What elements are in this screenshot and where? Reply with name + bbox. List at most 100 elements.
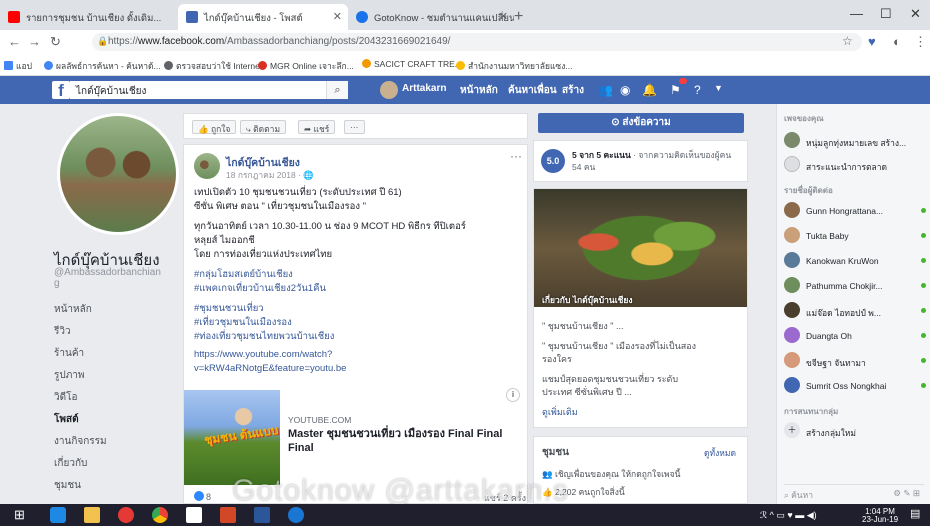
forward-arrow-icon[interactable]: → (28, 34, 41, 49)
contact-avatar (784, 202, 800, 218)
notepad-icon[interactable] (186, 507, 202, 523)
info-icon[interactable]: i (506, 388, 520, 402)
left-nav-about[interactable]: เกี่ยวกับ (54, 456, 87, 471)
gmail-icon (258, 61, 267, 70)
edge-icon[interactable] (50, 507, 66, 523)
nav-create[interactable]: สร้าง (562, 83, 584, 98)
about-text: รองใคร (542, 354, 572, 364)
rating-summary[interactable]: 5 จาก 5 คะแนน · จากความคิดเห็นของผู้คน 5… (572, 149, 742, 173)
left-nav-reviews[interactable]: รีวิว (54, 324, 71, 339)
search-icon[interactable]: ⌕ (326, 81, 348, 99)
left-nav-posts[interactable]: โพสต์ (54, 412, 79, 427)
post-date[interactable]: 18 กรกฎาคม 2018 · 🌐 (226, 168, 314, 182)
create-group-button[interactable]: ＋สร้างกลุ่มใหม่ (784, 422, 930, 440)
left-nav-photos[interactable]: รูปภาพ (54, 368, 85, 383)
see-more-link[interactable]: ดูเพิ่มเติม (542, 405, 742, 419)
reaction-count[interactable]: 8 (194, 491, 211, 502)
youtube-link[interactable]: https://www.youtube.com/watch? (194, 349, 332, 360)
browser-tab-facebook[interactable]: ไกด์บุ๊คบ้านเชียง - โพสต์ ✕ (178, 4, 348, 30)
bookmark-sacict[interactable]: SACICT CRAFT TRE... (362, 59, 462, 69)
hashtag-link[interactable]: #ชุมชนชวนเที่ยว (194, 301, 264, 316)
window-close-button[interactable]: ✕ (910, 6, 921, 22)
see-all-link[interactable]: ดูทั้งหมด (704, 446, 736, 460)
post-author-avatar[interactable] (194, 153, 220, 179)
browser-tab-youtube[interactable]: รายการชุมชน บ้านเชียง ดั้งเดิม... (0, 4, 178, 30)
contact-item[interactable]: Tukta Baby (784, 227, 930, 245)
notifications-icon[interactable]: ▤ (910, 507, 926, 523)
new-tab-button[interactable]: + (514, 8, 523, 26)
nav-home[interactable]: หน้าหลัก (460, 83, 498, 98)
left-nav-shop[interactable]: ร้านค้า (54, 346, 84, 361)
follow-page-button[interactable]: ⤷ ติดตาม (240, 120, 287, 134)
word-icon[interactable] (254, 507, 270, 523)
hashtag-link[interactable]: #ท่องเที่ยวชุมชนไทยพวนบ้านเชียง (194, 329, 334, 344)
youtube-link[interactable]: v=kRW4aRNotgE&feature=youtu.be (194, 363, 346, 374)
system-tray[interactable]: ℛ ^ ▭ ♥ ▬ ◀) (760, 510, 817, 521)
left-nav-videos[interactable]: วิดีโอ (54, 390, 78, 405)
link-preview-thumbnail[interactable]: ชุมชน ต้นแบบ (184, 390, 280, 485)
messenger-icon[interactable]: ◉ (620, 83, 630, 97)
share-page-button[interactable]: ➦ แชร์ (298, 120, 336, 134)
taskbar-clock[interactable]: 1:04 PM 23-Jun-19 (862, 508, 898, 524)
bookmark-internet-check[interactable]: ตรวจสอบว่าใช้ Internet (164, 59, 262, 73)
menu-dots-icon[interactable]: ⋮ (914, 34, 927, 50)
quick-help-icon[interactable]: ⚑ (670, 78, 687, 97)
friends-icon[interactable]: 👥 (598, 83, 613, 97)
profile-icon[interactable]: ◐ (893, 34, 901, 49)
sidebar-settings-icon[interactable]: ⚙ ✎ ⊞ (893, 488, 920, 499)
maximize-button[interactable]: ☐ (880, 6, 892, 22)
account-menu-caret-icon[interactable]: ▼ (714, 83, 723, 93)
app-icon[interactable] (288, 507, 304, 523)
extension-icon[interactable]: ♥ (868, 34, 876, 49)
windows-start-icon[interactable]: ⊞ (14, 507, 30, 523)
about-card: เกี่ยวกับ ไกด์บุ๊คบ้านเชียง " ชุมชนบ้านเ… (533, 188, 748, 428)
more-options-button[interactable]: ··· (344, 120, 365, 134)
sidebar-page-item[interactable]: หนุ่มลูกทุ่งหมายเลข สร้าง... (784, 132, 930, 150)
back-arrow-icon[interactable]: ← (8, 34, 21, 49)
page-profile-picture[interactable] (57, 113, 179, 235)
address-bar[interactable]: 🔒 https://www.facebook.com/Ambassadorban… (92, 33, 862, 51)
opera-icon[interactable] (118, 507, 134, 523)
minimize-button[interactable]: — (850, 6, 863, 21)
bookmark-star-icon[interactable]: ☆ (842, 34, 853, 48)
left-nav-community[interactable]: ชุมชน (54, 478, 81, 493)
facebook-search-input[interactable]: ไกด์บุ๊คบ้านเชียง (70, 81, 348, 99)
close-icon[interactable]: ✕ (333, 10, 342, 23)
sidebar-search-input[interactable]: ⌕ ค้นหา ⚙ ✎ ⊞ (784, 484, 924, 500)
send-message-button[interactable]: ⊙ ส่งข้อความ (538, 113, 744, 133)
contact-item[interactable]: ขจีษฐา จันทามา (784, 352, 930, 370)
search-value: ไกด์บุ๊คบ้านเชียง (76, 86, 147, 97)
contact-item[interactable]: Gunn Hongrattana... (784, 202, 930, 220)
contact-item[interactable]: แม่จ๊อด ไอทอปป์ พ... (784, 302, 930, 320)
nav-find-friends[interactable]: ค้นหาเพื่อน (508, 83, 557, 98)
like-page-button[interactable]: 👍 ถูกใจ (192, 120, 237, 134)
hashtag-link[interactable]: #เที่ยวชุมชนในเมืองรอง (194, 315, 292, 330)
bookmark-university[interactable]: สำนักงานมหาวิทยาลัยแซง... (456, 59, 572, 73)
notifications-bell-icon[interactable]: 🔔 (642, 83, 657, 97)
reload-icon[interactable]: ↻ (50, 34, 61, 50)
powerpoint-icon[interactable] (220, 507, 236, 523)
user-avatar[interactable] (380, 81, 398, 99)
profile-link[interactable]: Arttakarn (402, 83, 446, 94)
sidebar-page-item[interactable]: สาระแนะนำการตลาด (784, 156, 930, 174)
bookmark-google-search[interactable]: ผลลัพธ์การค้นหา - ค้นหาด้... (44, 59, 161, 73)
link-title[interactable]: Master ชุมชนชวนเที่ยว เมืองรอง Final Fin… (288, 427, 520, 455)
contact-item[interactable]: Pathumma Chokjir... (784, 277, 930, 295)
hashtag-link[interactable]: #กลุ่มโฮมสเตย์บ้านเชียง (194, 267, 293, 282)
cover-image[interactable]: เกี่ยวกับ ไกด์บุ๊คบ้านเชียง (534, 189, 747, 307)
facebook-logo-icon[interactable]: f (52, 81, 70, 99)
post-options-icon[interactable]: ··· (510, 149, 522, 163)
contact-item[interactable]: Kanokwan KruWon (784, 252, 930, 270)
left-nav-events[interactable]: งานกิจกรรม (54, 434, 107, 449)
file-explorer-icon[interactable] (84, 507, 100, 523)
contact-item[interactable]: Duangta Oh (784, 327, 930, 345)
contact-item[interactable]: Sumrit Oss Nongkhai (784, 377, 930, 395)
bookmark-mgr-online[interactable]: MGR Online เจาะลึก... (258, 59, 354, 73)
help-icon[interactable]: ? (694, 83, 701, 97)
apps-bookmark[interactable]: แอป (4, 59, 32, 73)
chrome-icon[interactable] (152, 507, 168, 523)
hashtag-link[interactable]: #แพคเกจเที่ยวบ้านเชียง2วัน1คืน (194, 281, 326, 296)
left-nav-home[interactable]: หน้าหลัก (54, 302, 92, 317)
close-icon[interactable]: ✕ (499, 10, 508, 23)
browser-tab-gotoknow[interactable]: GotoKnow - ชมตำนานแคนเปลี่ยนไป... ✕ (348, 4, 514, 30)
